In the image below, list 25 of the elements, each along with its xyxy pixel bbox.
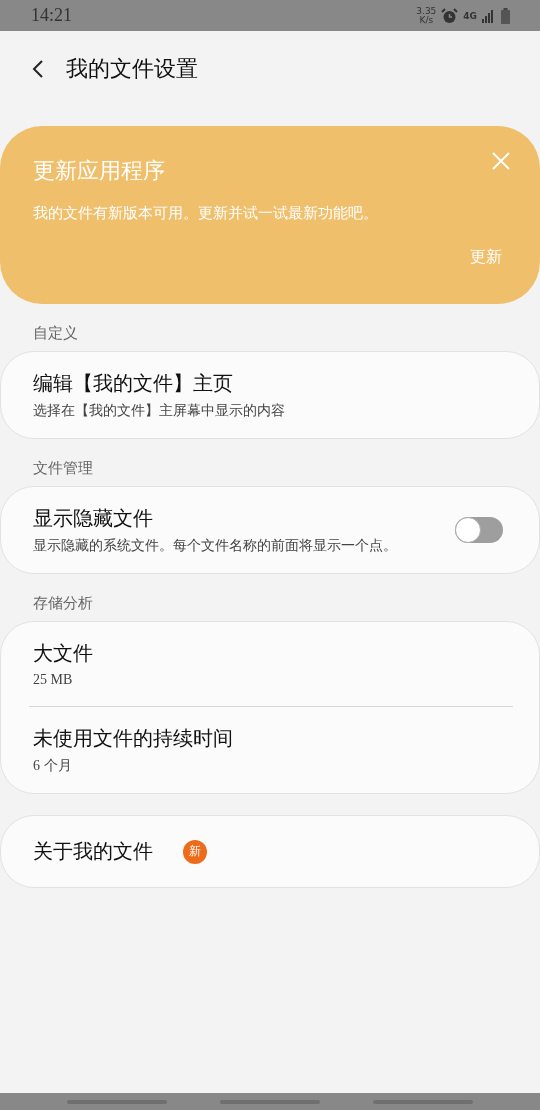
setting-title[interactable]: 显示隐藏文件: [33, 505, 435, 532]
setting-subtitle: 选择在【我的文件】主屏幕中显示的内容: [33, 402, 286, 420]
back-icon[interactable]: [32, 59, 44, 79]
banner-message: 我的文件有新版本可用。更新并试一试最新功能吧。: [33, 204, 379, 223]
signal-icon: [482, 8, 496, 23]
section-heading: 存储分析: [32, 594, 94, 613]
section-heading: 文件管理: [32, 459, 94, 478]
setting-subtitle: 显示隐藏的系统文件。每个文件名称的前面将显示一个点。: [33, 537, 398, 555]
toggle-switch[interactable]: [455, 517, 503, 543]
page-title: 我的文件设置: [66, 55, 198, 83]
network-speed: 3.35 K/s: [416, 6, 437, 25]
setting-title[interactable]: 关于我的文件: [33, 838, 153, 865]
setting-title[interactable]: 未使用文件的持续时间: [33, 725, 507, 752]
section-heading: 自定义: [32, 324, 79, 343]
status-time: 14:21: [31, 5, 72, 26]
close-button[interactable]: [492, 152, 510, 170]
setting-subtitle: 6 个月: [33, 757, 73, 775]
setting-title[interactable]: 大文件: [33, 640, 507, 667]
alarm-icon: [441, 7, 459, 24]
battery-icon: [501, 7, 510, 24]
new-badge: 新: [183, 839, 207, 864]
network-type: 4G: [463, 10, 477, 21]
setting-title[interactable]: 编辑【我的文件】主页: [33, 370, 507, 397]
banner-title: 更新应用程序: [33, 157, 165, 185]
setting-subtitle: 25 MB: [33, 672, 74, 688]
